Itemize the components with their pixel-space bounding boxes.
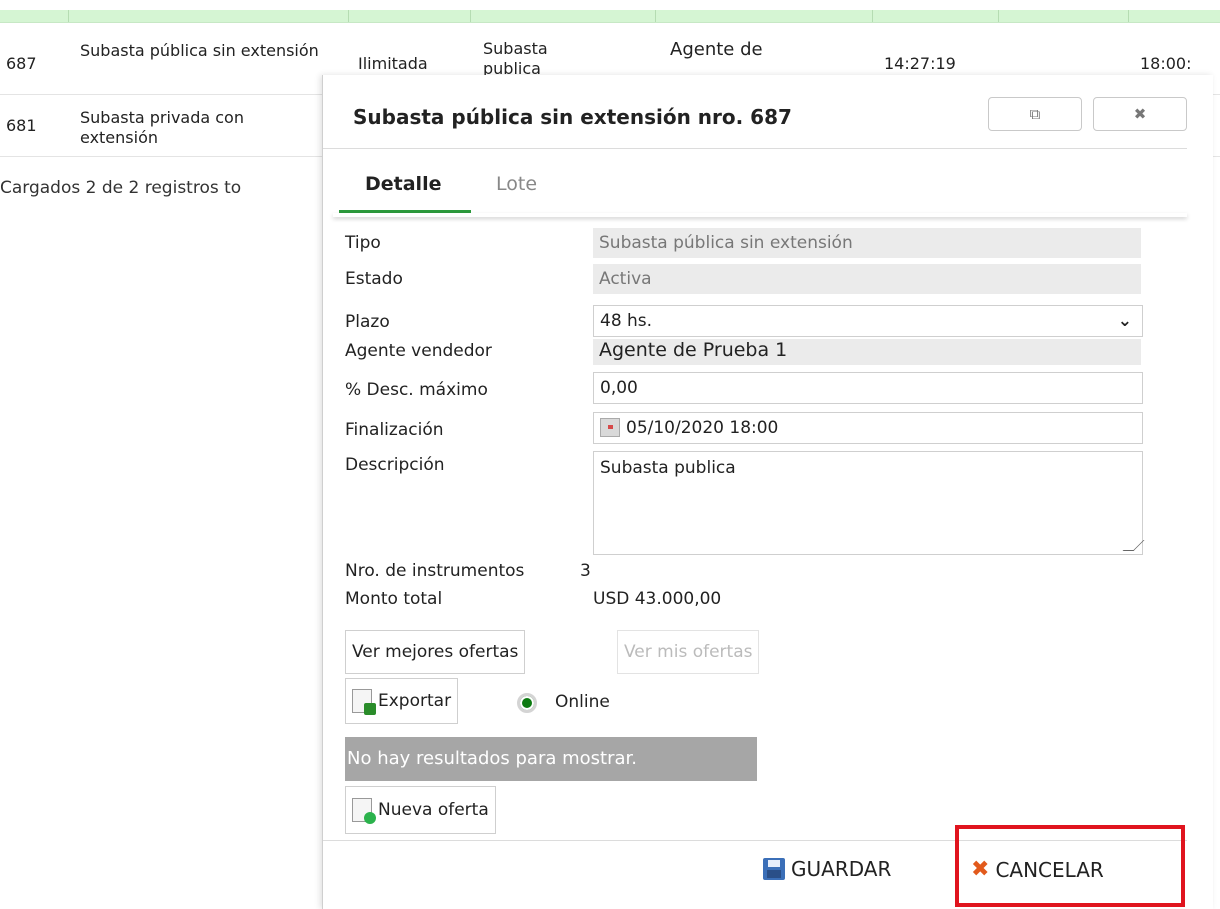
row-plazo: Ilimitada [358,54,428,73]
guardar-label: GUARDAR [791,857,892,881]
row-id: 681 [6,116,37,135]
column-separator [872,10,873,22]
column-separator [68,10,69,22]
column-separator [348,10,349,22]
estado-label: Estado [345,269,403,289]
exportar-label: Exportar [378,691,452,711]
tabbar-divider [333,213,1187,217]
tipo-field: Subasta pública sin extensión [593,228,1141,258]
excel-export-icon [352,689,376,715]
agente-label: Agente vendedor [345,341,492,361]
auction-dialog: Subasta pública sin extensión nro. 687 ⧉… [322,75,1213,909]
column-separator [998,10,999,22]
online-label: Online [555,692,610,712]
desc-max-input[interactable]: 0,00 [593,372,1143,404]
highlight-box [955,825,1185,907]
close-icon: ✖ [1133,105,1147,123]
row-fin: 18:00: [1140,54,1192,73]
column-separator [655,10,656,22]
plazo-label: Plazo [345,312,390,332]
guardar-button[interactable]: GUARDAR [763,857,891,881]
row-tipo: Subasta publica [483,39,548,77]
row-id: 687 [6,54,37,73]
nueva-oferta-label: Nueva oferta [378,800,489,820]
instrumentos-value: 3 [580,561,591,581]
monto-label: Monto total [345,589,443,609]
tipo-label: Tipo [345,233,381,253]
resize-handle[interactable] [1122,540,1145,551]
exportar-button[interactable]: Exportar [345,678,459,724]
dialog-title: Subasta pública sin extensión nro. 687 [353,105,792,129]
descripcion-value: Subasta publica [600,458,736,478]
estado-field: Activa [593,264,1141,294]
monto-value: USD 43.000,00 [593,589,722,609]
ver-mis-ofertas-button[interactable]: Ver mis ofertas [617,630,760,674]
chevron-down-icon: ⌄ [1117,311,1132,331]
descripcion-label: Descripción [345,455,445,475]
finalizacion-input[interactable]: 05/10/2020 18:00 [593,412,1143,444]
grid-header [0,10,1220,23]
row-name: Subasta privada con extensión [80,108,244,147]
column-separator [1128,10,1129,22]
finalizacion-label: Finalización [345,420,444,440]
online-radio[interactable] [517,693,537,713]
restore-button[interactable]: ⧉ [988,97,1082,131]
desc-max-label: % Desc. máximo [345,380,488,400]
nueva-oferta-button[interactable]: Nueva oferta [345,786,496,834]
close-button[interactable]: ✖ [1093,97,1187,131]
grid-footer-count: Cargados 2 de 2 registros to [0,178,242,198]
no-results-message: No hay resultados para mostrar. [345,737,757,781]
ver-mejores-ofertas-button[interactable]: Ver mejores ofertas [345,630,526,674]
tab-detalle[interactable]: Detalle [365,173,441,195]
row-name: Subasta pública sin extensión [80,41,319,60]
calendar-icon[interactable] [600,417,620,437]
agente-field: Agente de Prueba 1 [593,339,1141,365]
descripcion-textarea[interactable]: Subasta publica [593,451,1145,555]
restore-window-icon: ⧉ [1029,105,1041,123]
row-hora: 14:27:19 [884,54,956,73]
tab-lote[interactable]: Lote [496,173,537,195]
save-icon [763,858,785,880]
plazo-select[interactable]: 48 hs. ⌄ [593,305,1143,337]
finalizacion-value: 05/10/2020 18:00 [626,418,779,438]
new-offer-icon [352,798,376,824]
plazo-value: 48 hs. [600,311,653,331]
column-separator [470,10,471,22]
divider [323,148,1187,149]
row-agente: Agente de [670,39,763,60]
instrumentos-label: Nro. de instrumentos [345,561,525,581]
